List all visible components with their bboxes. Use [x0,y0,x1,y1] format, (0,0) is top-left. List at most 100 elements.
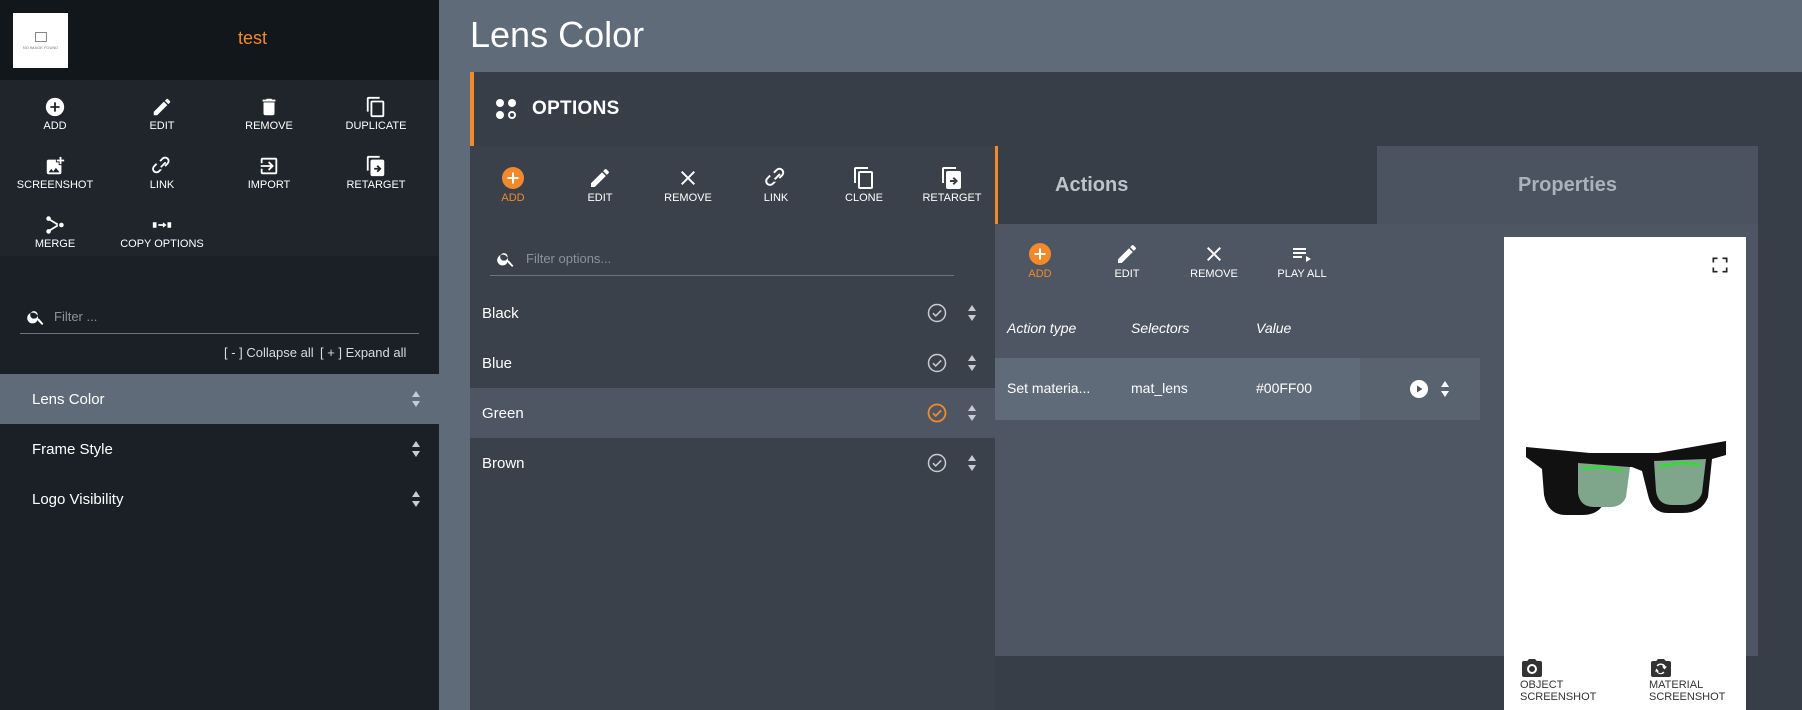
sort-handle-icon[interactable] [967,403,977,427]
remove-option-button[interactable]: REMOVE [648,166,728,204]
link-icon [736,166,816,190]
sort-handle-icon[interactable] [411,439,421,463]
sort-handle-icon[interactable] [967,303,977,327]
sunglasses-preview-image [1526,441,1726,515]
page-title: Lens Color [470,14,645,55]
check-circle-icon[interactable] [927,303,947,327]
add-circle-icon [473,166,553,190]
camera-rotate-icon [1649,657,1749,679]
merge-icon [5,214,105,236]
column-header-action-type: Action type [1007,320,1077,336]
material-screenshot-button[interactable]: MATERIAL SCREENSHOT [1649,657,1749,703]
sidebar-item-frame-style[interactable]: Frame Style [0,424,439,474]
remove-label: REMOVE [1190,268,1238,280]
check-circle-icon[interactable] [927,453,947,477]
fullscreen-icon[interactable] [1710,255,1730,280]
option-label: Blue [482,354,513,372]
option-row-blue[interactable]: Blue [470,338,995,388]
pencil-icon [560,166,640,190]
edit-label: EDIT [149,120,175,132]
retarget-label: RETARGET [922,192,982,204]
option-row-black[interactable]: Black [470,288,995,338]
screenshot-label: SCREENSHOT [16,179,94,191]
edit-option-button[interactable]: EDIT [560,166,640,204]
options-header-label: OPTIONS [532,98,620,119]
add-option-button[interactable]: ADD [473,166,553,204]
add-circle-icon [995,242,1085,266]
import-icon [219,155,319,177]
check-circle-icon[interactable] [927,353,947,377]
options-header: OPTIONS [470,72,1802,146]
copy-options-label: COPY OPTIONS [120,238,204,250]
add-label: ADD [43,120,67,132]
clone-label: CLONE [845,192,883,204]
retarget-icon [326,155,426,177]
column-header-value: Value [1256,320,1292,336]
sort-handle-icon[interactable] [967,353,977,377]
sort-handle-icon[interactable] [967,453,977,477]
retarget-button[interactable]: RETARGET [326,155,426,191]
preview-panel: OBJECT SCREENSHOT MATERIAL SCREENSHOT [1504,237,1746,710]
option-row-green[interactable]: Green [470,388,995,438]
options-list-column: ADD EDIT REMOVE LINK CLONE RETARGET Blac… [470,146,995,710]
tab-properties[interactable]: Properties [1377,146,1758,224]
sidebar-filter-input[interactable] [54,309,419,324]
remove-button[interactable]: REMOVE [219,96,319,132]
object-screenshot-button[interactable]: OBJECT SCREENSHOT [1520,657,1620,703]
sort-handle-icon[interactable] [411,389,421,413]
pencil-icon [112,96,212,118]
options-filter-input[interactable] [526,251,954,266]
material-screenshot-label: MATERIAL SCREENSHOT [1649,679,1726,703]
options-panel: OPTIONS ADD EDIT REMOVE LINK CLONE RETAR… [470,72,1802,710]
clone-option-button[interactable]: CLONE [824,166,904,204]
remove-label: REMOVE [245,120,293,132]
close-icon [1169,242,1259,266]
sort-handle-icon[interactable] [1440,379,1450,404]
expand-all-link[interactable]: [ + ] Expand all [320,345,406,360]
pencil-icon [1082,242,1172,266]
play-circle-icon[interactable] [1410,380,1428,403]
edit-action-button[interactable]: EDIT [1082,242,1172,280]
options-filter [490,242,954,276]
camera-icon [1520,657,1620,679]
edit-button[interactable]: EDIT [112,96,212,132]
remove-label: REMOVE [664,192,712,204]
retarget-option-button[interactable]: RETARGET [912,166,992,204]
sidebar-item-logo-visibility[interactable]: Logo Visibility [0,474,439,524]
cell-selectors: mat_lens [1131,380,1188,396]
option-row-brown[interactable]: Brown [470,438,995,488]
product-thumbnail[interactable]: NO IMAGE FOUND [13,13,68,68]
link-label: LINK [149,179,175,191]
copy-options-icon [112,214,212,236]
copy-options-button[interactable]: COPY OPTIONS [112,214,212,250]
remove-action-button[interactable]: REMOVE [1169,242,1259,280]
import-button[interactable]: IMPORT [219,155,319,191]
cell-action-type: Set materia... [1007,380,1091,396]
duplicate-button[interactable]: DUPLICATE [326,96,426,132]
collapse-all-link[interactable]: [ - ] Collapse all [224,345,314,360]
link-icon [112,155,212,177]
merge-button[interactable]: MERGE [5,214,105,250]
edit-label: EDIT [587,192,613,204]
trash-icon [219,96,319,118]
edit-label: EDIT [1114,268,1140,280]
link-option-button[interactable]: LINK [736,166,816,204]
play-all-button[interactable]: PLAY ALL [1257,242,1347,280]
add-label: ADD [1028,268,1052,280]
sidebar-item-lens-color[interactable]: Lens Color [0,374,439,424]
link-button[interactable]: LINK [112,155,212,191]
add-button[interactable]: ADD [5,96,105,132]
sort-handle-icon[interactable] [411,489,421,513]
add-action-button[interactable]: ADD [995,242,1085,280]
check-circle-icon[interactable] [927,403,947,427]
screenshot-button[interactable]: SCREENSHOT [5,155,105,191]
table-row[interactable]: Set materia... mat_lens #00FF00 [995,358,1480,420]
sidebar-header: NO IMAGE FOUND test [0,0,439,80]
sidebar-filter [20,300,419,334]
sidebar-toolbar: ADD EDIT REMOVE DUPLICATE SCREENSHOT LIN… [0,80,439,256]
object-screenshot-label: OBJECT SCREENSHOT [1520,679,1597,703]
tab-actions[interactable]: Actions [995,146,1377,224]
merge-label: MERGE [34,238,76,250]
duplicate-label: DUPLICATE [345,120,407,132]
playlist-play-icon [1257,242,1347,266]
